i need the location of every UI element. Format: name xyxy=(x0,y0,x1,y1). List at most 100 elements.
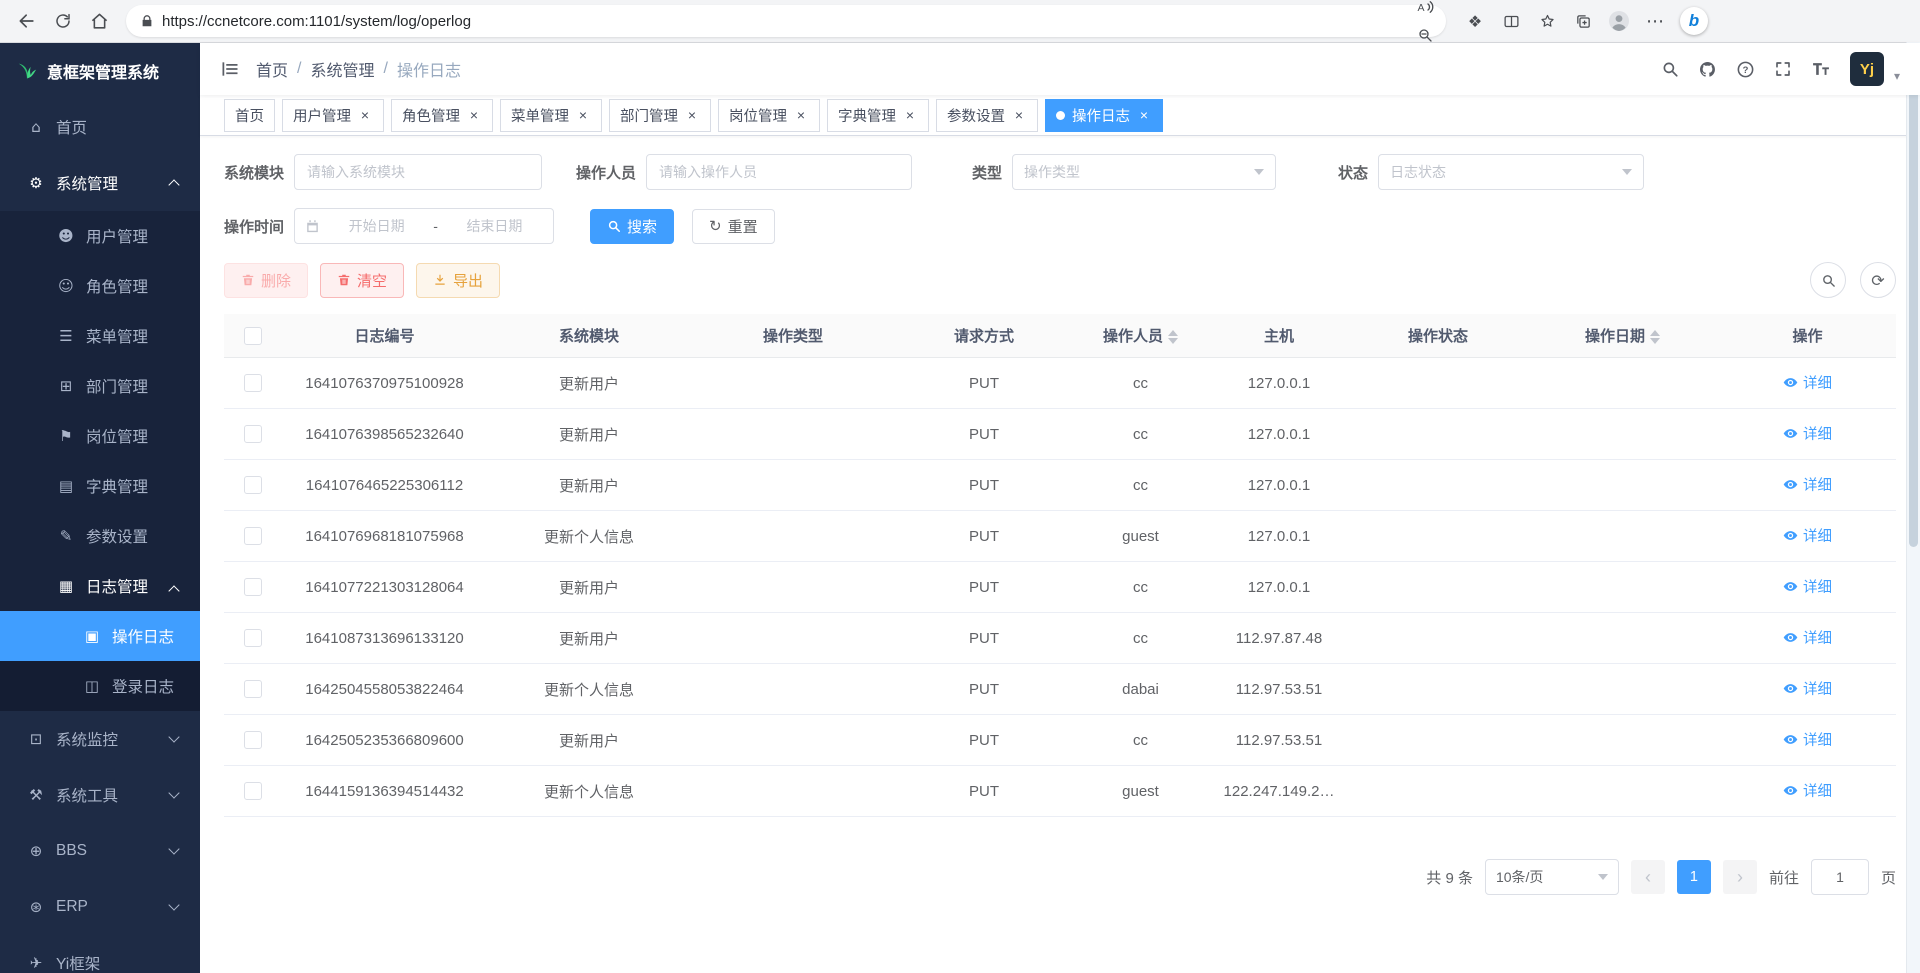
clear-button[interactable]: 清空 xyxy=(320,263,404,298)
row-checkbox[interactable] xyxy=(244,425,262,443)
sidebar-item-role-mgmt[interactable]: ☺角色管理 xyxy=(0,261,200,311)
row-checkbox[interactable] xyxy=(244,731,262,749)
avatar-caret-down-icon[interactable]: ▾ xyxy=(1894,69,1900,83)
detail-link[interactable]: 详细 xyxy=(1783,729,1832,750)
font-size-button[interactable] xyxy=(1811,59,1831,79)
sidebar-item-user-mgmt[interactable]: ☻用户管理 xyxy=(0,211,200,261)
favorites-button[interactable] xyxy=(1530,4,1564,38)
collapse-sidebar-button[interactable] xyxy=(220,59,240,79)
sidebar-item-bbs[interactable]: ⊕BBS xyxy=(0,823,200,879)
sidebar-item-login-log[interactable]: ◫登录日志 xyxy=(0,661,200,711)
tab-dict-mgmt[interactable]: 字典管理× xyxy=(827,99,929,132)
column-header-operator[interactable]: 操作人员 xyxy=(1073,314,1208,358)
collections-button[interactable] xyxy=(1566,4,1600,38)
user-avatar[interactable]: Yj xyxy=(1850,52,1884,86)
browser-refresh-button[interactable] xyxy=(46,4,80,38)
tab-oper-log[interactable]: 操作日志× xyxy=(1045,99,1163,132)
sidebar-item-dict-mgmt[interactable]: ▤字典管理 xyxy=(0,461,200,511)
status-select[interactable]: 日志状态 xyxy=(1378,154,1644,190)
goto-page-input[interactable] xyxy=(1811,859,1869,895)
row-checkbox[interactable] xyxy=(244,680,262,698)
sidebar-item-log-mgmt[interactable]: ▦日志管理 xyxy=(0,561,200,611)
close-tab-icon[interactable]: × xyxy=(1011,107,1027,123)
tab-role-mgmt[interactable]: 角色管理× xyxy=(391,99,493,132)
close-tab-icon[interactable]: × xyxy=(466,107,482,123)
operator-input[interactable] xyxy=(646,154,912,190)
search-button[interactable]: 搜索 xyxy=(590,209,674,244)
select-all-checkbox[interactable] xyxy=(244,327,262,345)
browser-profile-button[interactable] xyxy=(1602,4,1636,38)
tab-post-mgmt[interactable]: 岗位管理× xyxy=(718,99,820,132)
bing-button[interactable]: b xyxy=(1680,7,1708,35)
close-tab-icon[interactable]: × xyxy=(684,107,700,123)
sidebar-item-yi-framework[interactable]: ✈Yi框架 xyxy=(0,935,200,973)
address-bar[interactable]: https://ccnetcore.com:1101/system/log/op… xyxy=(126,5,1446,37)
sidebar-item-oper-log[interactable]: ▣操作日志 xyxy=(0,611,200,661)
detail-link[interactable]: 详细 xyxy=(1783,576,1832,597)
row-checkbox[interactable] xyxy=(244,374,262,392)
row-checkbox[interactable] xyxy=(244,578,262,596)
close-tab-icon[interactable]: × xyxy=(357,107,373,123)
detail-link[interactable]: 详细 xyxy=(1783,525,1832,546)
breadcrumb-system[interactable]: 系统管理 xyxy=(310,57,374,81)
tab-home[interactable]: 首页 xyxy=(224,99,275,132)
tab-label: 用户管理 xyxy=(293,105,351,126)
sort-icon[interactable] xyxy=(1168,330,1178,344)
sidebar-item-system-mgmt[interactable]: ⚙系统管理 xyxy=(0,155,200,211)
tab-dept-mgmt[interactable]: 部门管理× xyxy=(609,99,711,132)
sidebar-item-post-mgmt[interactable]: ⚑岗位管理 xyxy=(0,411,200,461)
github-button[interactable] xyxy=(1698,60,1717,79)
refresh-table-button[interactable]: ⟳ xyxy=(1860,262,1896,298)
sidebar-item-erp[interactable]: ⊛ERP xyxy=(0,879,200,935)
browser-essentials-button[interactable]: ❖ xyxy=(1458,4,1492,38)
detail-link[interactable]: 详细 xyxy=(1783,423,1832,444)
page-number-button[interactable]: 1 xyxy=(1677,860,1711,894)
reset-button[interactable]: ↻ 重置 xyxy=(692,209,775,244)
detail-link[interactable]: 详细 xyxy=(1783,474,1832,495)
next-page-button[interactable]: › xyxy=(1723,860,1757,894)
tab-param-settings[interactable]: 参数设置× xyxy=(936,99,1038,132)
page-size-select[interactable]: 10条/页 xyxy=(1485,859,1619,895)
prev-page-button[interactable]: ‹ xyxy=(1631,860,1665,894)
split-screen-button[interactable] xyxy=(1494,4,1528,38)
row-checkbox[interactable] xyxy=(244,527,262,545)
breadcrumb-home[interactable]: 首页 xyxy=(256,57,288,81)
close-tab-icon[interactable]: × xyxy=(575,107,591,123)
row-checkbox[interactable] xyxy=(244,476,262,494)
tab-user-mgmt[interactable]: 用户管理 × xyxy=(282,99,384,132)
date-range-picker[interactable]: 开始日期 - 结束日期 xyxy=(294,208,554,244)
sidebar-item-system-tools[interactable]: ⚒系统工具 xyxy=(0,767,200,823)
show-search-toggle-button[interactable] xyxy=(1810,262,1846,298)
row-checkbox[interactable] xyxy=(244,629,262,647)
page-scrollbar[interactable] xyxy=(1906,42,1920,973)
type-select[interactable]: 操作类型 xyxy=(1012,154,1276,190)
close-tab-icon[interactable]: × xyxy=(1136,107,1152,123)
sidebar-item-home[interactable]: ⌂首页 xyxy=(0,99,200,155)
close-tab-icon[interactable]: × xyxy=(902,107,918,123)
sidebar-item-param-settings[interactable]: ✎参数设置 xyxy=(0,511,200,561)
detail-link[interactable]: 详细 xyxy=(1783,678,1832,699)
module-input[interactable] xyxy=(294,154,542,190)
browser-menu-button[interactable]: ⋯ xyxy=(1638,4,1672,38)
cell-action: 详细 xyxy=(1719,358,1896,409)
sidebar-item-system-monitor[interactable]: ⊡系统监控 xyxy=(0,711,200,767)
delete-button[interactable]: 删除 xyxy=(224,263,308,298)
row-checkbox[interactable] xyxy=(244,782,262,800)
detail-link[interactable]: 详细 xyxy=(1783,627,1832,648)
sort-icon[interactable] xyxy=(1650,330,1660,344)
read-aloud-button[interactable]: A xyxy=(1410,0,1440,21)
detail-link[interactable]: 详细 xyxy=(1783,780,1832,801)
sidebar-item-dept-mgmt[interactable]: ⊞部门管理 xyxy=(0,361,200,411)
sidebar-item-menu-mgmt[interactable]: ☰菜单管理 xyxy=(0,311,200,361)
column-header-date[interactable]: 操作日期 xyxy=(1526,314,1719,358)
browser-back-button[interactable] xyxy=(10,4,44,38)
browser-home-button[interactable] xyxy=(82,4,116,38)
detail-link[interactable]: 详细 xyxy=(1783,372,1832,393)
scrollbar-thumb[interactable] xyxy=(1909,44,1918,547)
fullscreen-button[interactable] xyxy=(1774,60,1792,78)
export-button[interactable]: 导出 xyxy=(416,263,500,298)
docs-help-button[interactable]: ? xyxy=(1736,60,1755,79)
header-search-button[interactable] xyxy=(1661,60,1679,78)
tab-menu-mgmt[interactable]: 菜单管理× xyxy=(500,99,602,132)
close-tab-icon[interactable]: × xyxy=(793,107,809,123)
